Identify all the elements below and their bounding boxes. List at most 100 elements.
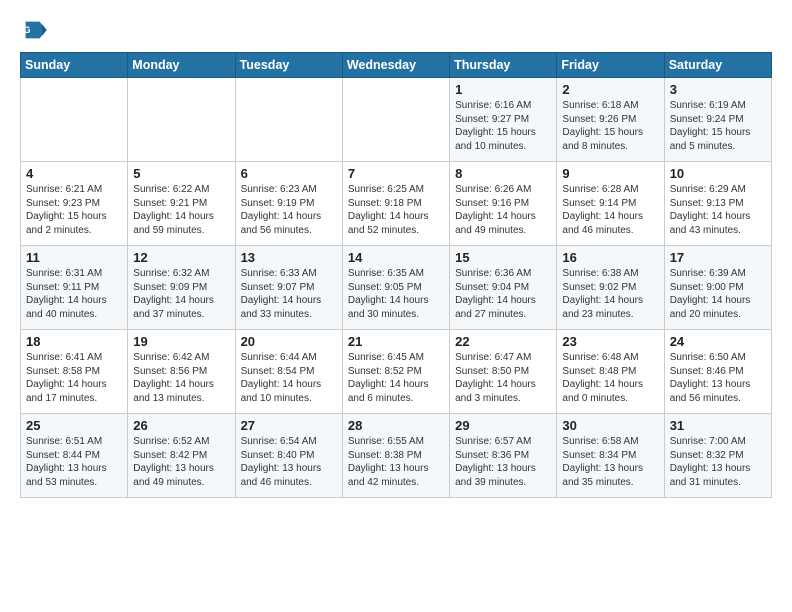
day-header-tuesday: Tuesday: [235, 53, 342, 78]
day-number: 6: [241, 166, 337, 181]
day-info: Sunrise: 6:45 AM Sunset: 8:52 PM Dayligh…: [348, 351, 444, 405]
day-info: Sunrise: 6:25 AM Sunset: 9:18 PM Dayligh…: [348, 183, 444, 237]
day-number: 29: [455, 418, 551, 433]
calendar-cell: [128, 78, 235, 162]
day-number: 2: [562, 82, 658, 97]
day-info: Sunrise: 6:55 AM Sunset: 8:38 PM Dayligh…: [348, 435, 444, 489]
calendar-cell: 13 Sunrise: 6:33 AM Sunset: 9:07 PM Dayli…: [235, 246, 342, 330]
calendar-cell: 8 Sunrise: 6:26 AM Sunset: 9:16 PM Daylig…: [450, 162, 557, 246]
calendar-cell: [21, 78, 128, 162]
day-number: 8: [455, 166, 551, 181]
logo-icon: G: [20, 16, 48, 44]
day-info: Sunrise: 6:28 AM Sunset: 9:14 PM Dayligh…: [562, 183, 658, 237]
calendar-cell: 15 Sunrise: 6:36 AM Sunset: 9:04 PM Dayli…: [450, 246, 557, 330]
day-number: 7: [348, 166, 444, 181]
calendar-cell: 14 Sunrise: 6:35 AM Sunset: 9:05 PM Dayli…: [342, 246, 449, 330]
calendar-cell: 20 Sunrise: 6:44 AM Sunset: 8:54 PM Dayli…: [235, 330, 342, 414]
day-number: 25: [26, 418, 122, 433]
day-number: 13: [241, 250, 337, 265]
day-header-monday: Monday: [128, 53, 235, 78]
calendar-cell: 29 Sunrise: 6:57 AM Sunset: 8:36 PM Dayli…: [450, 414, 557, 498]
day-number: 10: [670, 166, 766, 181]
logo: G: [20, 16, 52, 44]
day-number: 19: [133, 334, 229, 349]
day-header-friday: Friday: [557, 53, 664, 78]
calendar-cell: 16Sunrise: 6:38 AM Sunset: 9:02 PM Dayli…: [557, 246, 664, 330]
calendar-cell: 27 Sunrise: 6:54 AM Sunset: 8:40 PM Dayli…: [235, 414, 342, 498]
day-info: Sunrise: 6:35 AM Sunset: 9:05 PM Dayligh…: [348, 267, 444, 321]
calendar-cell: 10Sunrise: 6:29 AM Sunset: 9:13 PM Dayli…: [664, 162, 771, 246]
day-number: 26: [133, 418, 229, 433]
day-info: Sunrise: 6:48 AM Sunset: 8:48 PM Dayligh…: [562, 351, 658, 405]
day-number: 4: [26, 166, 122, 181]
calendar-cell: 6 Sunrise: 6:23 AM Sunset: 9:19 PM Daylig…: [235, 162, 342, 246]
calendar-cell: 24Sunrise: 6:50 AM Sunset: 8:46 PM Dayli…: [664, 330, 771, 414]
day-number: 9: [562, 166, 658, 181]
calendar-week-1: 1 Sunrise: 6:16 AM Sunset: 9:27 PM Daylig…: [21, 78, 772, 162]
day-info: Sunrise: 6:32 AM Sunset: 9:09 PM Dayligh…: [133, 267, 229, 321]
calendar-cell: 3Sunrise: 6:19 AM Sunset: 9:24 PM Daylig…: [664, 78, 771, 162]
day-info: Sunrise: 6:33 AM Sunset: 9:07 PM Dayligh…: [241, 267, 337, 321]
day-info: Sunrise: 6:39 AM Sunset: 9:00 PM Dayligh…: [670, 267, 766, 321]
day-number: 16: [562, 250, 658, 265]
calendar-cell: [235, 78, 342, 162]
day-number: 31: [670, 418, 766, 433]
day-info: Sunrise: 6:52 AM Sunset: 8:42 PM Dayligh…: [133, 435, 229, 489]
day-number: 1: [455, 82, 551, 97]
calendar-cell: 22 Sunrise: 6:47 AM Sunset: 8:50 PM Dayli…: [450, 330, 557, 414]
day-info: Sunrise: 6:19 AM Sunset: 9:24 PM Dayligh…: [670, 99, 766, 153]
calendar-cell: 5Sunrise: 6:22 AM Sunset: 9:21 PM Daylig…: [128, 162, 235, 246]
day-info: Sunrise: 6:21 AM Sunset: 9:23 PM Dayligh…: [26, 183, 122, 237]
calendar-cell: 11 Sunrise: 6:31 AM Sunset: 9:11 PM Dayli…: [21, 246, 128, 330]
calendar-table: SundayMondayTuesdayWednesdayThursdayFrid…: [20, 52, 772, 498]
day-info: Sunrise: 6:51 AM Sunset: 8:44 PM Dayligh…: [26, 435, 122, 489]
day-number: 20: [241, 334, 337, 349]
day-info: Sunrise: 6:36 AM Sunset: 9:04 PM Dayligh…: [455, 267, 551, 321]
calendar-cell: 30 Sunrise: 6:58 AM Sunset: 8:34 PM Dayli…: [557, 414, 664, 498]
day-number: 27: [241, 418, 337, 433]
calendar-cell: 25 Sunrise: 6:51 AM Sunset: 8:44 PM Dayli…: [21, 414, 128, 498]
calendar-cell: 12 Sunrise: 6:32 AM Sunset: 9:09 PM Dayli…: [128, 246, 235, 330]
day-number: 11: [26, 250, 122, 265]
day-header-thursday: Thursday: [450, 53, 557, 78]
day-number: 22: [455, 334, 551, 349]
header: G: [20, 16, 772, 44]
calendar-cell: 18 Sunrise: 6:41 AM Sunset: 8:58 PM Dayli…: [21, 330, 128, 414]
calendar-week-2: 4 Sunrise: 6:21 AM Sunset: 9:23 PM Daylig…: [21, 162, 772, 246]
day-number: 30: [562, 418, 658, 433]
day-info: Sunrise: 6:26 AM Sunset: 9:16 PM Dayligh…: [455, 183, 551, 237]
day-info: Sunrise: 6:23 AM Sunset: 9:19 PM Dayligh…: [241, 183, 337, 237]
calendar-cell: 31 Sunrise: 7:00 AM Sunset: 8:32 PM Dayli…: [664, 414, 771, 498]
day-header-saturday: Saturday: [664, 53, 771, 78]
day-info: Sunrise: 6:44 AM Sunset: 8:54 PM Dayligh…: [241, 351, 337, 405]
day-header-sunday: Sunday: [21, 53, 128, 78]
calendar-week-5: 25 Sunrise: 6:51 AM Sunset: 8:44 PM Dayli…: [21, 414, 772, 498]
svg-text:G: G: [24, 25, 31, 35]
calendar-cell: 1 Sunrise: 6:16 AM Sunset: 9:27 PM Daylig…: [450, 78, 557, 162]
day-number: 12: [133, 250, 229, 265]
day-info: Sunrise: 6:16 AM Sunset: 9:27 PM Dayligh…: [455, 99, 551, 153]
day-number: 15: [455, 250, 551, 265]
day-info: Sunrise: 6:54 AM Sunset: 8:40 PM Dayligh…: [241, 435, 337, 489]
day-info: Sunrise: 6:31 AM Sunset: 9:11 PM Dayligh…: [26, 267, 122, 321]
calendar-cell: 28Sunrise: 6:55 AM Sunset: 8:38 PM Dayli…: [342, 414, 449, 498]
calendar-header-row: SundayMondayTuesdayWednesdayThursdayFrid…: [21, 53, 772, 78]
day-info: Sunrise: 6:58 AM Sunset: 8:34 PM Dayligh…: [562, 435, 658, 489]
calendar-cell: 23Sunrise: 6:48 AM Sunset: 8:48 PM Dayli…: [557, 330, 664, 414]
page: G SundayMondayTuesdayWednesdayThursdayFr…: [0, 0, 792, 514]
day-info: Sunrise: 6:22 AM Sunset: 9:21 PM Dayligh…: [133, 183, 229, 237]
day-number: 18: [26, 334, 122, 349]
day-number: 14: [348, 250, 444, 265]
day-info: Sunrise: 6:50 AM Sunset: 8:46 PM Dayligh…: [670, 351, 766, 405]
calendar-cell: 2Sunrise: 6:18 AM Sunset: 9:26 PM Daylig…: [557, 78, 664, 162]
calendar-week-3: 11 Sunrise: 6:31 AM Sunset: 9:11 PM Dayli…: [21, 246, 772, 330]
calendar-cell: 21 Sunrise: 6:45 AM Sunset: 8:52 PM Dayli…: [342, 330, 449, 414]
day-info: Sunrise: 6:41 AM Sunset: 8:58 PM Dayligh…: [26, 351, 122, 405]
day-info: Sunrise: 7:00 AM Sunset: 8:32 PM Dayligh…: [670, 435, 766, 489]
day-info: Sunrise: 6:57 AM Sunset: 8:36 PM Dayligh…: [455, 435, 551, 489]
calendar-cell: 7 Sunrise: 6:25 AM Sunset: 9:18 PM Daylig…: [342, 162, 449, 246]
day-info: Sunrise: 6:47 AM Sunset: 8:50 PM Dayligh…: [455, 351, 551, 405]
day-header-wednesday: Wednesday: [342, 53, 449, 78]
day-number: 21: [348, 334, 444, 349]
calendar-cell: [342, 78, 449, 162]
